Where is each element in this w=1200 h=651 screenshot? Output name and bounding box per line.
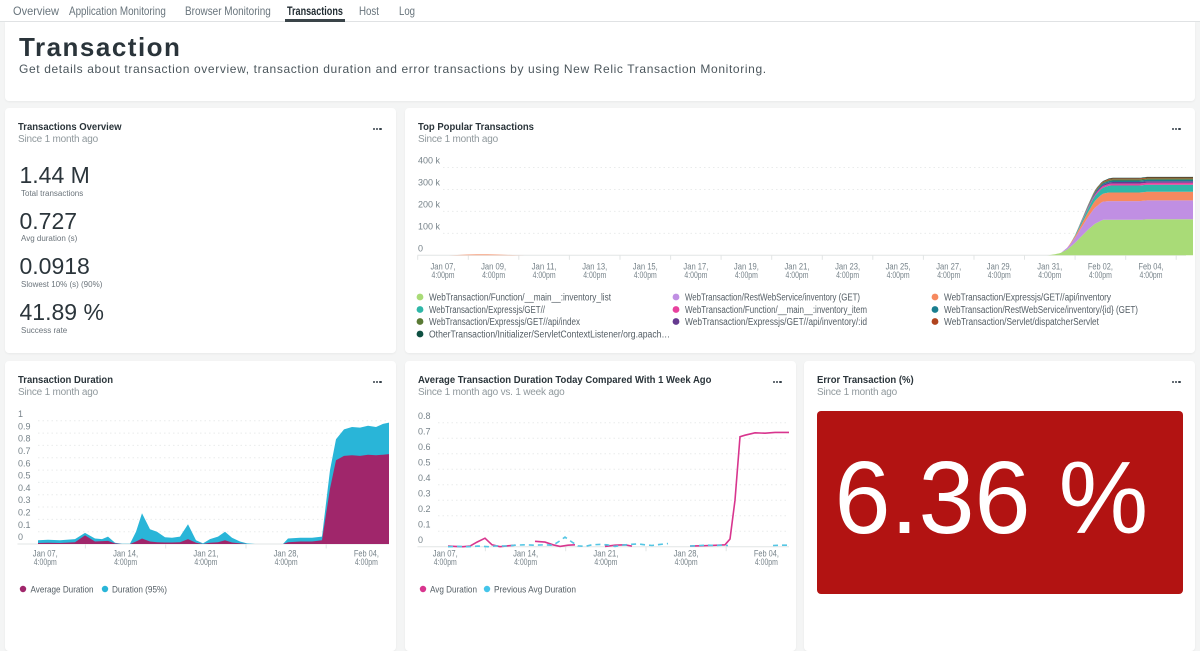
svg-text:0.3: 0.3: [18, 495, 31, 505]
svg-text:0.3: 0.3: [418, 488, 431, 498]
svg-text:WebTransaction/Servlet/dispatc: WebTransaction/Servlet/dispatcherServlet: [944, 317, 1099, 328]
svg-text:0.1: 0.1: [18, 520, 31, 530]
svg-text:WebTransaction/RestWebService/: WebTransaction/RestWebService/inventory/…: [944, 305, 1138, 316]
svg-text:0.5: 0.5: [18, 471, 31, 481]
svg-text:WebTransaction/Expressjs/GET//: WebTransaction/Expressjs/GET//api/invent…: [685, 317, 867, 328]
svg-text:WebTransaction/Function/__main: WebTransaction/Function/__main__:invento…: [685, 305, 867, 316]
svg-text:0.4: 0.4: [18, 483, 31, 493]
svg-text:4:00pm: 4:00pm: [514, 557, 537, 567]
svg-text:4:00pm: 4:00pm: [988, 270, 1011, 280]
svg-text:4:00pm: 4:00pm: [1038, 270, 1061, 280]
svg-text:0.6: 0.6: [418, 442, 431, 452]
svg-text:1: 1: [18, 409, 23, 419]
svg-text:4:00pm: 4:00pm: [482, 270, 505, 280]
svg-text:4:00pm: 4:00pm: [1089, 270, 1112, 280]
svg-text:4:00pm: 4:00pm: [735, 270, 758, 280]
svg-text:4:00pm: 4:00pm: [1140, 270, 1163, 280]
svg-text:4:00pm: 4:00pm: [533, 270, 556, 280]
svg-text:0.5: 0.5: [418, 457, 431, 467]
svg-text:WebTransaction/Expressjs/GET//: WebTransaction/Expressjs/GET//api/index: [429, 317, 580, 328]
svg-text:300 k: 300 k: [418, 178, 441, 188]
svg-text:Duration (95%): Duration (95%): [112, 585, 167, 596]
svg-text:4:00pm: 4:00pm: [887, 270, 910, 280]
svg-text:0: 0: [418, 244, 423, 254]
svg-text:Previous Avg Duration: Previous Avg Duration: [494, 585, 576, 596]
svg-text:0.7: 0.7: [18, 446, 31, 456]
svg-text:0.8: 0.8: [18, 434, 31, 444]
svg-text:100 k: 100 k: [418, 222, 441, 232]
svg-text:400 k: 400 k: [418, 156, 441, 166]
svg-text:OtherTransaction/Initializer/S: OtherTransaction/Initializer/ServletCont…: [429, 330, 670, 341]
svg-text:0.6: 0.6: [18, 458, 31, 468]
svg-text:4:00pm: 4:00pm: [434, 557, 457, 567]
svg-text:0.8: 0.8: [418, 411, 431, 421]
svg-text:0.9: 0.9: [18, 421, 31, 431]
svg-text:4:00pm: 4:00pm: [755, 557, 778, 567]
svg-text:4:00pm: 4:00pm: [675, 557, 698, 567]
svg-text:WebTransaction/Function/__main: WebTransaction/Function/__main__:invento…: [429, 293, 611, 304]
svg-text:4:00pm: 4:00pm: [684, 270, 707, 280]
svg-text:4:00pm: 4:00pm: [786, 270, 809, 280]
svg-text:4:00pm: 4:00pm: [594, 557, 617, 567]
svg-text:4:00pm: 4:00pm: [114, 557, 137, 567]
svg-text:0.1: 0.1: [418, 519, 431, 529]
svg-text:4:00pm: 4:00pm: [432, 270, 455, 280]
svg-text:4:00pm: 4:00pm: [194, 557, 217, 567]
svg-text:4:00pm: 4:00pm: [937, 270, 960, 280]
svg-text:4:00pm: 4:00pm: [34, 557, 57, 567]
svg-text:4:00pm: 4:00pm: [355, 557, 378, 567]
svg-text:4:00pm: 4:00pm: [583, 270, 606, 280]
svg-text:WebTransaction/RestWebService/: WebTransaction/RestWebService/inventory …: [685, 293, 860, 304]
svg-text:4:00pm: 4:00pm: [836, 270, 859, 280]
svg-text:4:00pm: 4:00pm: [634, 270, 657, 280]
svg-text:200 k: 200 k: [418, 200, 441, 210]
svg-text:0: 0: [18, 532, 23, 542]
svg-text:0.2: 0.2: [418, 504, 431, 514]
svg-text:4:00pm: 4:00pm: [275, 557, 298, 567]
svg-text:Average Duration: Average Duration: [31, 585, 94, 596]
svg-text:0.4: 0.4: [418, 473, 431, 483]
svg-text:0: 0: [418, 535, 423, 545]
svg-text:WebTransaction/Expressjs/GET//: WebTransaction/Expressjs/GET//api/invent…: [944, 293, 1111, 304]
svg-text:WebTransaction/Expressjs/GET//: WebTransaction/Expressjs/GET//: [429, 305, 545, 316]
svg-text:0.7: 0.7: [418, 427, 431, 437]
svg-text:0.2: 0.2: [18, 508, 31, 518]
svg-text:Avg Duration: Avg Duration: [430, 585, 477, 596]
